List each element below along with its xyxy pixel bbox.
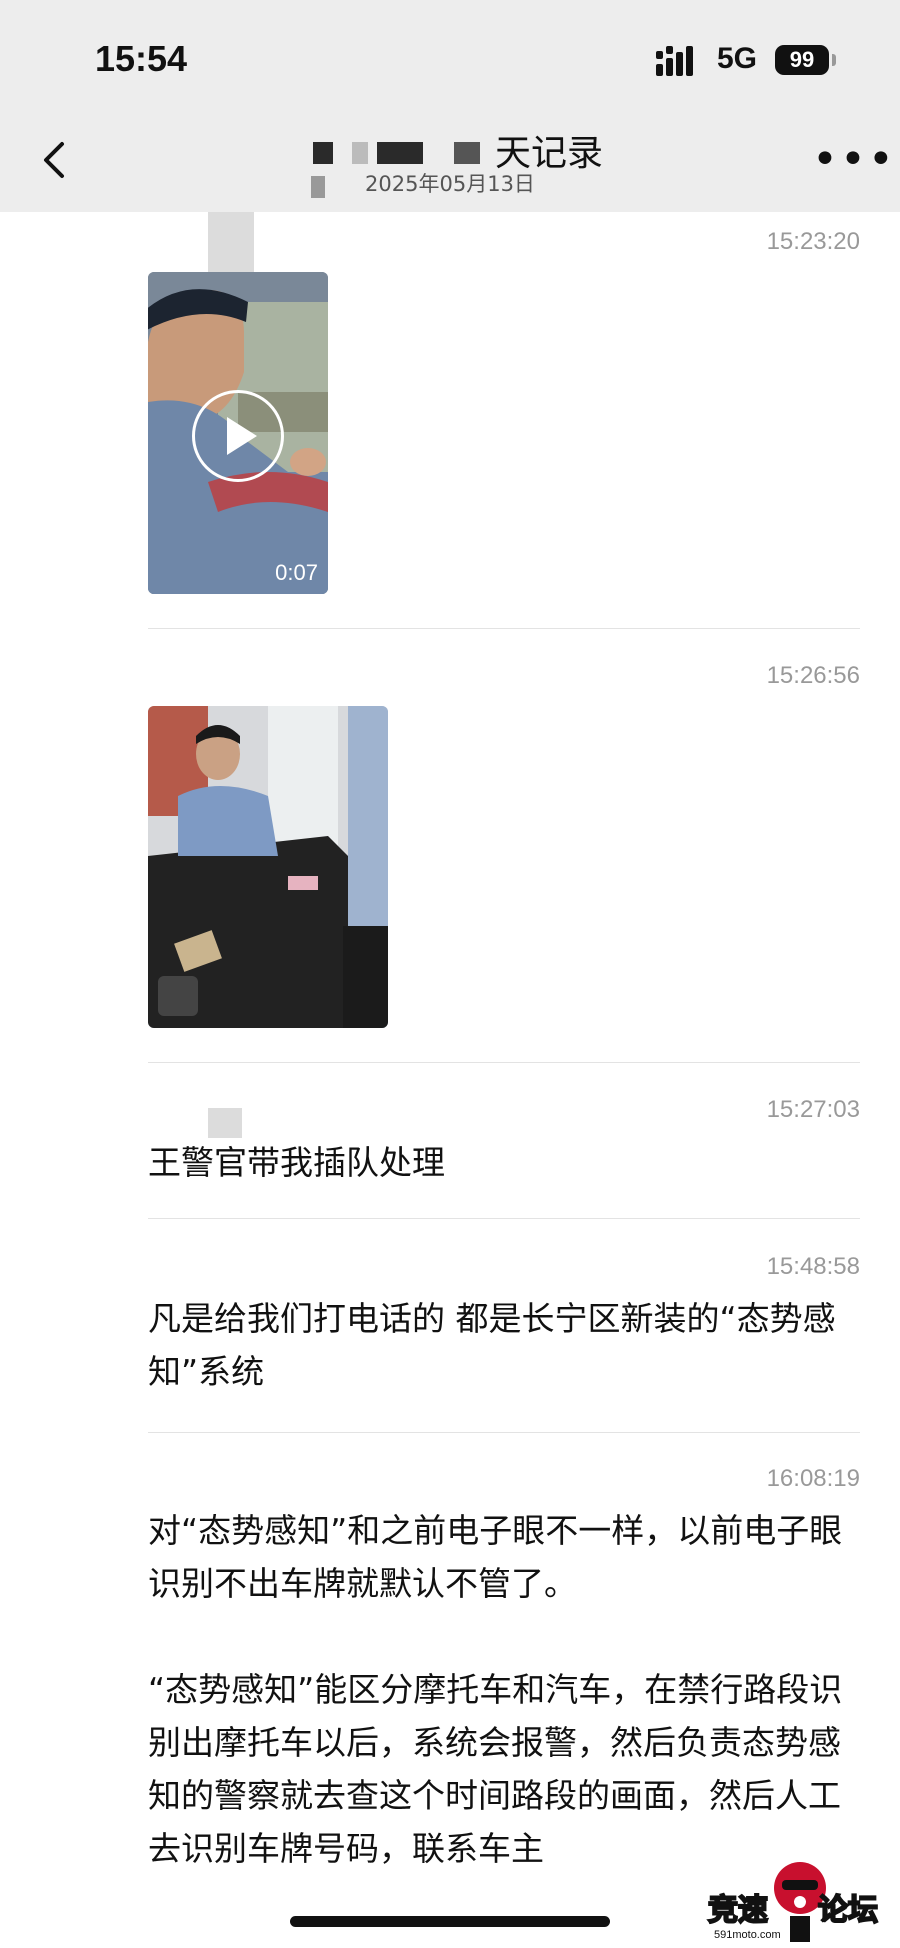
message-divider (148, 1432, 860, 1433)
message-timestamp: 15:27:03 (766, 1096, 860, 1123)
video-message[interactable]: 0:07 (148, 272, 328, 594)
message-timestamp: 16:08:19 (766, 1465, 860, 1492)
message-timestamp: 15:26:56 (766, 662, 860, 689)
message-timestamp: 15:48:58 (766, 1253, 860, 1280)
photo-thumbnail (148, 706, 388, 1028)
message-divider (148, 1218, 860, 1219)
battery-nub (832, 54, 836, 66)
svg-text:竞速: 竞速 (708, 1893, 768, 1928)
svg-text:论坛: 论坛 (818, 1893, 878, 1928)
title-redaction (305, 130, 505, 198)
video-duration: 0:07 (275, 560, 318, 585)
message-text: 对“态势感知”和之前电子眼不一样，以前电子眼识别不出车牌就默认不管了。 “态势感… (148, 1511, 843, 1868)
forum-watermark-logo: 竞速 论坛 591moto.com (707, 1862, 879, 1942)
message-divider (148, 1062, 860, 1063)
sender-redaction (148, 1108, 242, 1138)
home-indicator[interactable] (290, 1916, 610, 1927)
message-text: 凡是给我们打电话的 都是长宁区新装的“态势感知”系统 (148, 1299, 836, 1391)
message-text: 王警官带我插队处理 (148, 1143, 445, 1182)
chat-date: 2025年05月13日 (365, 172, 535, 196)
signal-icon (656, 46, 693, 76)
message-divider (148, 628, 860, 629)
network-type: 5G (717, 42, 758, 75)
play-icon[interactable] (192, 390, 284, 482)
status-time: 15:54 (95, 38, 188, 79)
message-timestamp: 15:23:20 (766, 228, 860, 255)
sender-redaction (148, 212, 254, 272)
image-message[interactable] (148, 706, 388, 1028)
status-bar: 15:54 5G 99 (0, 0, 900, 110)
more-icon[interactable]: ••• (812, 138, 896, 182)
battery-indicator: 99 (775, 45, 829, 75)
svg-text:591moto.com: 591moto.com (714, 1929, 781, 1941)
